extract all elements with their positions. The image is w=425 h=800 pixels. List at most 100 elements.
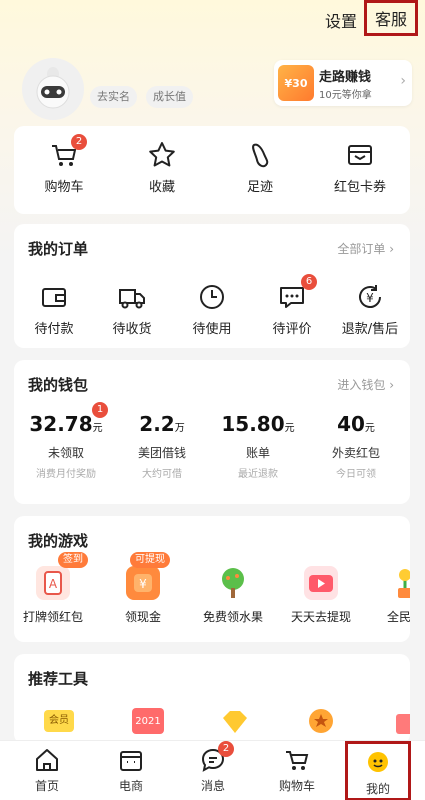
quick-item-label: 收藏: [148, 180, 175, 195]
promo-subtitle: 10元等你拿: [319, 90, 372, 101]
video-icon: [309, 575, 333, 592]
svg-text:¥: ¥: [139, 577, 147, 591]
game-item-label: 打牌领红包: [22, 610, 83, 624]
review-badge: 6: [301, 274, 317, 290]
game-item-cards[interactable]: A 签到 打牌领红包: [14, 552, 98, 625]
svg-text:A: A: [49, 577, 58, 591]
tools-card: 推荐工具 会员 2021: [14, 654, 410, 744]
wallet-unit: 元: [92, 423, 103, 434]
tab-home[interactable]: 首页: [12, 741, 82, 800]
chevron-right-icon: ›: [400, 73, 406, 89]
wallet-card-icon: [348, 145, 372, 165]
quick-item-cart[interactable]: 2 购物车: [24, 134, 104, 195]
tab-label: 购物车: [278, 779, 315, 793]
order-item-to-receive[interactable]: 待收货: [92, 282, 172, 337]
bottom-tab-bar: 首页 电商 2 消息 购物车 我的: [0, 740, 425, 800]
customer-service-label: 客服: [374, 10, 407, 29]
truck-icon: [119, 289, 145, 309]
home-icon: [36, 749, 58, 771]
wallet-item-loan[interactable]: 2.2万 美团借钱 大约可借: [114, 412, 210, 480]
wallet-subtext: 最近退款: [238, 469, 278, 480]
orders-card: 我的订单 全部订单 › 待付款 待收货 待使用 6 待评价 ¥ 退款/售后: [14, 224, 410, 348]
wallet-subtext: 大约可借: [142, 469, 182, 480]
tab-messages[interactable]: 2 消息: [178, 741, 248, 800]
growth-value-tag[interactable]: 成长值: [146, 86, 193, 108]
wallet-unit: 元: [284, 423, 295, 434]
quick-item-favorites[interactable]: 收藏: [122, 140, 202, 195]
walk-earn-promo[interactable]: ¥30 走路赚钱 10元等你拿 ›: [274, 60, 412, 106]
all-orders-link[interactable]: 全部订单 ›: [337, 240, 394, 257]
order-item-label: 退款/售后: [341, 322, 399, 337]
wallet-subtext: 消费月付奖励: [36, 469, 96, 480]
order-item-refund[interactable]: ¥ 退款/售后: [330, 282, 410, 337]
game-item-fruit[interactable]: 免费领水果: [188, 566, 278, 625]
wallet-label: 账单: [245, 446, 270, 460]
tree-icon: [222, 568, 244, 598]
tab-shop[interactable]: 电商: [96, 741, 166, 800]
shop-icon: [120, 751, 142, 771]
medal-icon[interactable]: [306, 706, 336, 736]
message-badge: 2: [218, 741, 234, 757]
wallet-value: 32.78: [29, 412, 93, 436]
wallet-item-bill[interactable]: 15.80元 账单 最近退款: [210, 412, 306, 480]
tab-label: 消息: [200, 779, 225, 793]
wallet-subtext: 今日可领: [336, 469, 376, 480]
wallet-label: 未领取: [47, 446, 84, 460]
game-item-video[interactable]: 天天去提现: [276, 566, 366, 625]
tab-cart[interactable]: 购物车: [262, 741, 332, 800]
customer-service-button[interactable]: 客服: [364, 0, 418, 36]
cards-icon: A: [44, 571, 62, 595]
top-bar: 设置 客服: [0, 0, 425, 40]
game-item-cash[interactable]: ¥ 可提现 领现金: [98, 552, 188, 625]
tab-label: 我的: [365, 782, 390, 796]
cart-tab-icon: [286, 751, 309, 770]
order-item-label: 待收货: [112, 322, 152, 337]
game-item-label: 领现金: [124, 610, 161, 624]
quick-item-coupons[interactable]: 红包卡券: [320, 140, 400, 195]
wallet-label: 美团借钱: [137, 446, 186, 460]
quick-item-label: 足迹: [246, 180, 273, 195]
footprint-icon: [252, 143, 269, 168]
verify-name-tag[interactable]: 去实名: [90, 86, 137, 108]
wallet-item-takeout[interactable]: 40元 外卖红包 今日可领: [308, 412, 404, 480]
game-item-label: 免费领水果: [202, 610, 263, 624]
walk-earn-icon: ¥30: [278, 65, 314, 101]
wallet-card: 我的钱包 进入钱包 › 32.78元 1 未领取 消费月付奖励 2.2万 美团借…: [14, 360, 410, 504]
diamond-icon[interactable]: [220, 708, 250, 736]
order-item-pending-payment[interactable]: 待付款: [14, 282, 94, 337]
quick-item-footprint[interactable]: 足迹: [220, 140, 300, 195]
wallet-label: 外卖红包: [331, 446, 380, 460]
game-item-label: 天天去提现: [290, 610, 351, 624]
order-item-label: 待付款: [34, 322, 74, 337]
refund-icon: ¥: [359, 285, 381, 308]
wallet-value: 2.2: [139, 412, 175, 436]
settings-button[interactable]: 设置: [325, 8, 357, 32]
svg-text:¥: ¥: [366, 291, 374, 305]
avatar[interactable]: [22, 58, 84, 120]
quick-item-label: 红包卡券: [333, 180, 386, 195]
robot-avatar-icon: [36, 67, 70, 109]
cash-icon: ¥: [134, 574, 152, 592]
quick-item-label: 购物车: [44, 180, 84, 195]
vip-icon[interactable]: 会员: [44, 710, 74, 732]
order-item-to-review[interactable]: 6 待评价: [252, 274, 332, 337]
wallet-title: 我的钱包: [28, 376, 89, 394]
unclaimed-badge: 1: [92, 402, 108, 418]
wallet-value: 15.80: [221, 412, 285, 436]
cart-badge: 2: [71, 134, 87, 150]
games-card: 我的游戏 A 签到 打牌领红包 ¥ 可提现 领现金 免费领水果 天天去提现 全民…: [14, 516, 410, 642]
star-icon: [149, 142, 175, 167]
withdraw-pill: 可提现: [130, 552, 170, 568]
wallet-unit: 万: [174, 423, 185, 434]
gift-icon[interactable]: [394, 708, 410, 736]
wallet-item-unclaimed[interactable]: 32.78元 1 未领取 消费月付奖励: [18, 402, 114, 480]
game-item-plant[interactable]: 全民种: [360, 566, 410, 625]
tab-mine[interactable]: 我的: [345, 741, 411, 800]
enter-wallet-link[interactable]: 进入钱包 ›: [337, 376, 394, 393]
tab-label: 首页: [34, 779, 59, 793]
clock-icon: [200, 285, 224, 309]
order-item-to-use[interactable]: 待使用: [172, 282, 252, 337]
promo-title: 走路赚钱: [319, 70, 372, 85]
wallet-unit: 元: [364, 423, 375, 434]
calendar-icon[interactable]: 2021: [132, 708, 164, 734]
